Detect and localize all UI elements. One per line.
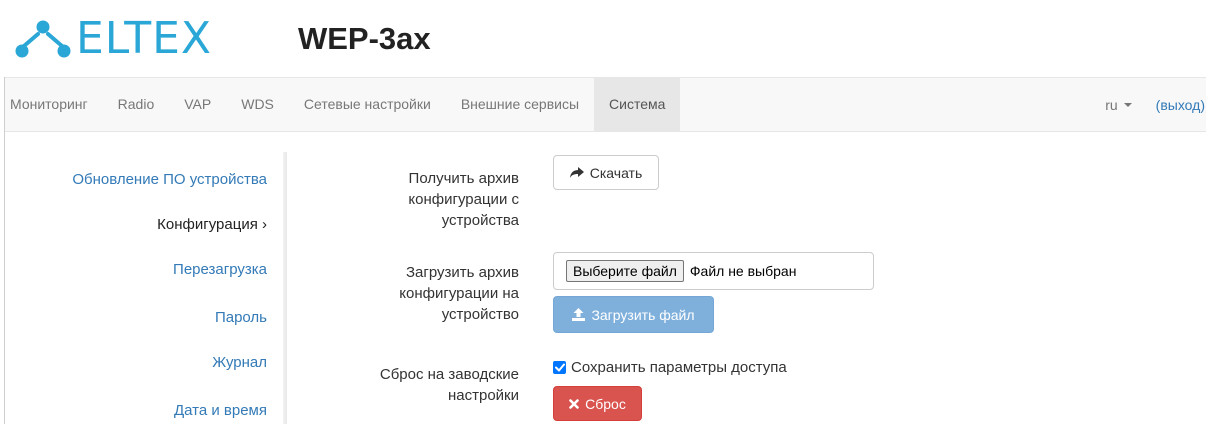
logo-text: ELTEX xyxy=(76,13,213,64)
download-config-label: Получить архив конфигурации с устройства xyxy=(408,170,519,229)
sidebar-item-log[interactable]: Журнал xyxy=(212,354,267,371)
reset-button-label: Сброс xyxy=(585,395,626,412)
check-icon xyxy=(554,363,565,372)
nav-item-radio[interactable]: Radio xyxy=(103,78,170,131)
sidebar-item-reboot[interactable]: Перезагрузка xyxy=(173,261,267,278)
device-title: WEP-3ax xyxy=(298,21,431,56)
sidebar-item-password[interactable]: Пароль xyxy=(215,309,267,326)
nav-item-monitoring[interactable]: Мониторинг xyxy=(5,78,103,131)
file-status: Файл не выбран xyxy=(689,263,797,279)
eltex-logo[interactable]: ELTEX xyxy=(14,14,212,64)
nav-item-vap[interactable]: VAP xyxy=(169,78,226,131)
caret-down-icon xyxy=(1123,102,1132,107)
nav-item-external-services[interactable]: Внешние сервисы xyxy=(446,78,594,131)
system-sidebar: Обновление ПО устройства Конфигурация › … xyxy=(5,152,287,424)
cross-icon xyxy=(569,398,579,409)
keep-access-checkbox[interactable] xyxy=(553,361,566,374)
upload-file-button-label: Загрузить файл xyxy=(591,306,695,323)
share-arrow-icon xyxy=(569,166,584,178)
sidebar-item-date-time[interactable]: Дата и время xyxy=(174,402,267,419)
nav-item-network-settings[interactable]: Сетевые настройки xyxy=(289,78,446,131)
upload-file-button[interactable]: Загрузить файл xyxy=(553,296,714,333)
download-button-label: Скачать xyxy=(589,164,643,181)
sidebar-item-firmware-update[interactable]: Обновление ПО устройства xyxy=(72,171,267,188)
sidebar-item-configuration[interactable]: Конфигурация › xyxy=(157,216,267,233)
eltex-logo-icon xyxy=(15,20,71,58)
download-button[interactable]: Скачать xyxy=(553,155,659,190)
file-input[interactable]: Выберите файл Файл не выбран xyxy=(553,252,874,290)
factory-reset-label: Сброс на заводские настройки xyxy=(379,366,519,404)
choose-file-button[interactable]: Выберите файл xyxy=(566,260,684,282)
keep-access-checkbox-row: Сохранить параметры доступа xyxy=(553,359,787,376)
nav-item-wds[interactable]: WDS xyxy=(226,78,289,131)
upload-config-label: Загрузить архив конфигурации на устройст… xyxy=(399,264,519,323)
nav-item-system[interactable]: Система xyxy=(594,78,681,131)
main-navbar: Мониторинг Radio VAP WDS Сетевые настрой… xyxy=(5,77,1206,132)
logout-link[interactable]: (выход) xyxy=(1156,97,1205,113)
keep-access-checkbox-label: Сохранить параметры доступа xyxy=(571,359,787,376)
language-label: ru xyxy=(1105,96,1118,113)
reset-button[interactable]: Сброс xyxy=(553,386,642,421)
language-dropdown[interactable]: ru xyxy=(1105,96,1132,113)
page-header: ELTEX WEP-3ax xyxy=(0,0,1206,77)
upload-icon xyxy=(572,308,586,321)
